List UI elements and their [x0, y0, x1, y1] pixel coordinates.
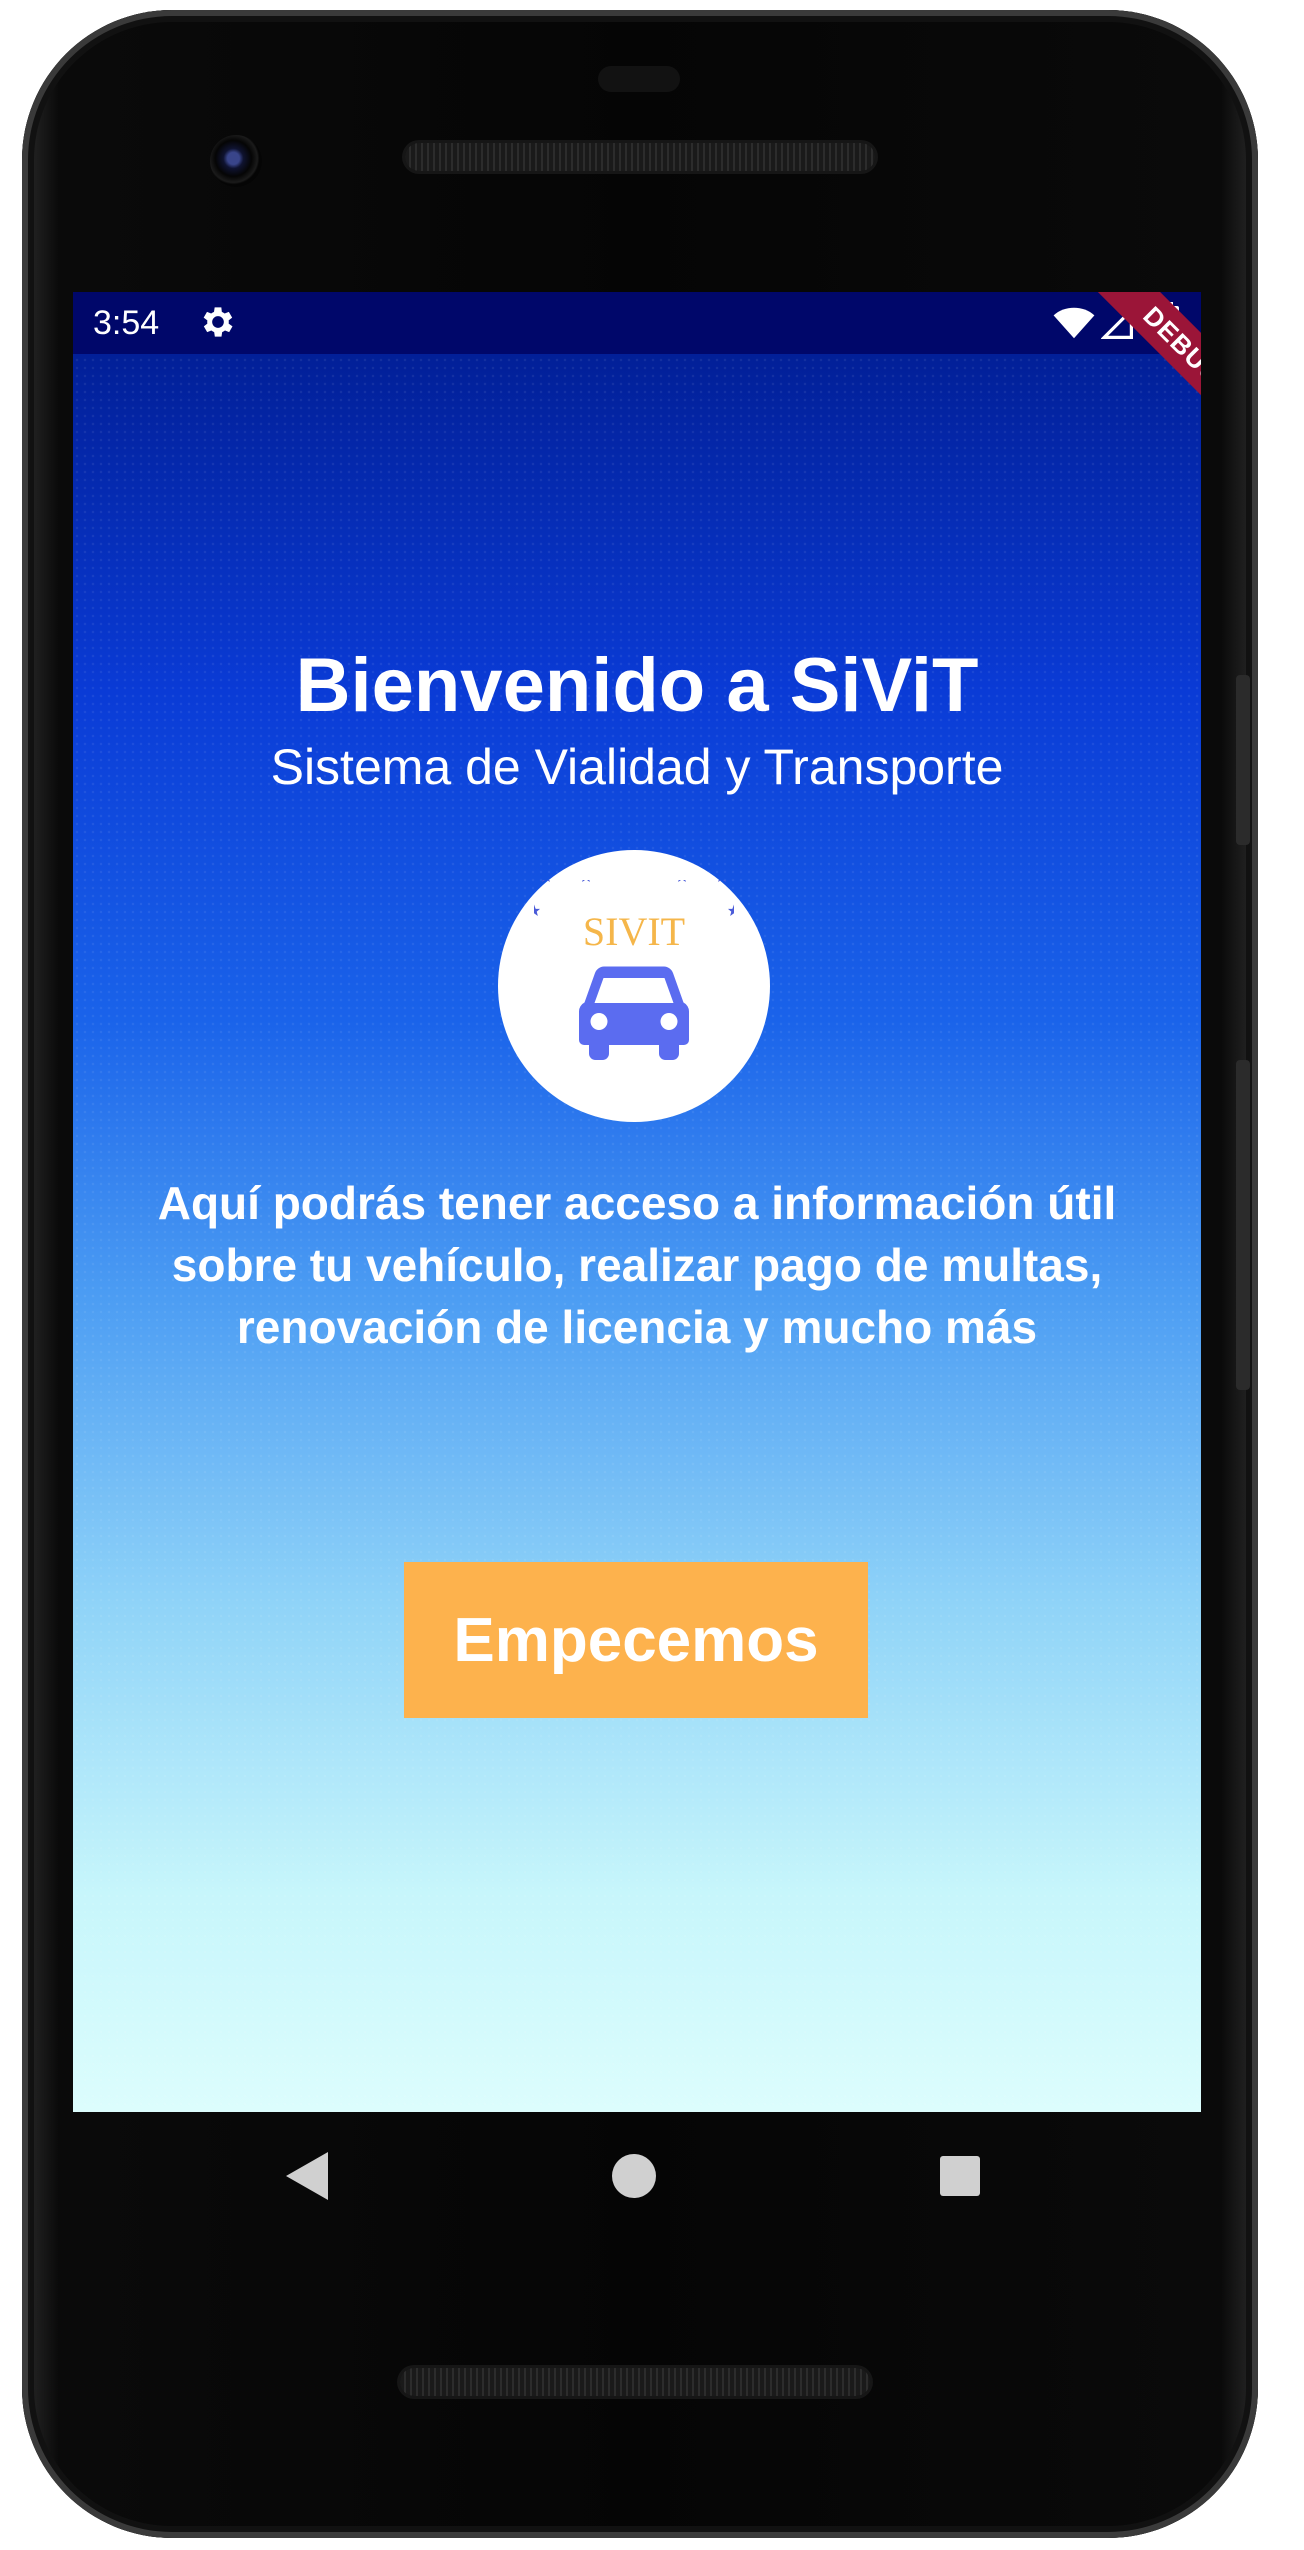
- front-camera-icon: [210, 135, 262, 187]
- volume-button[interactable]: [1236, 1060, 1250, 1390]
- wifi-icon: [1053, 307, 1095, 339]
- bottom-speaker: [400, 2368, 870, 2396]
- app-logo: SIVIT: [498, 850, 770, 1122]
- start-button[interactable]: Empecemos: [404, 1562, 868, 1718]
- welcome-description: Aquí podrás tener acceso a información ú…: [157, 1177, 1117, 1353]
- sensor-slot: [598, 66, 680, 92]
- welcome-content: Bienvenido a SiViT Sistema de Vialidad y…: [73, 292, 1201, 2112]
- home-circle-icon[interactable]: [612, 2154, 656, 2198]
- page-title: Bienvenido a SiViT: [295, 643, 979, 728]
- earpiece-speaker: [405, 143, 875, 171]
- car-icon: [578, 966, 690, 1060]
- power-button[interactable]: [1236, 675, 1250, 845]
- status-time: 3:54: [93, 304, 160, 342]
- page-subtitle: Sistema de Vialidad y Transporte: [270, 739, 1004, 795]
- status-bar: 3:54: [73, 292, 1201, 354]
- gear-icon: [203, 307, 233, 337]
- device-frame: 3:54 DEBUG Bienvenido a SiViT Sistema de…: [0, 0, 1304, 2550]
- back-triangle-icon[interactable]: [286, 2152, 328, 2200]
- recent-square-icon[interactable]: [940, 2156, 980, 2196]
- app-screen: 3:54 DEBUG Bienvenido a SiViT Sistema de…: [73, 292, 1201, 2112]
- logo-text: SIVIT: [582, 909, 686, 954]
